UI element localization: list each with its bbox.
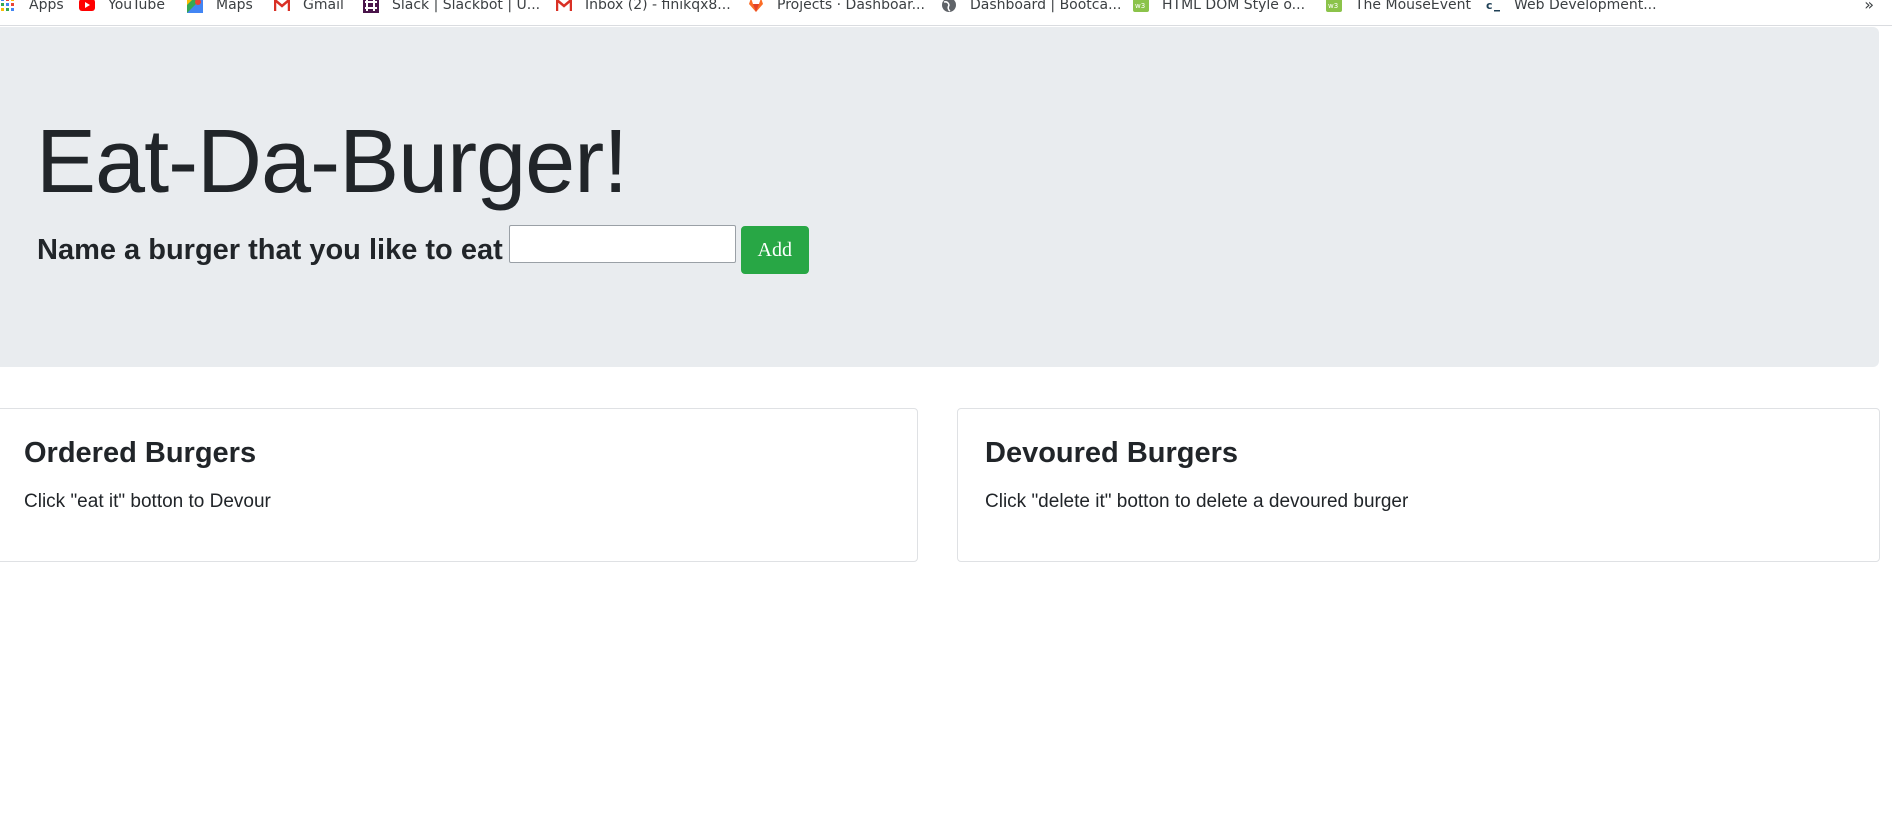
youtube-icon bbox=[79, 0, 95, 11]
gmail-icon bbox=[556, 0, 572, 11]
bookmark-label: Maps bbox=[216, 0, 253, 13]
svg-text:c: c bbox=[1486, 0, 1493, 12]
svg-text:w3: w3 bbox=[1135, 2, 1145, 10]
ordered-burgers-card: Ordered Burgers Click "eat it" botton to… bbox=[0, 408, 918, 562]
page-title: Eat-Da-Burger! bbox=[36, 112, 628, 212]
bookmark-label: Projects · Dashboar... bbox=[777, 0, 925, 13]
globe-icon bbox=[942, 0, 956, 12]
apps-grid-icon bbox=[1, 0, 14, 11]
bookmark-label: Apps bbox=[29, 0, 64, 13]
ordered-burgers-instructions: Click "eat it" botton to Devour bbox=[24, 491, 271, 512]
svg-text:w3: w3 bbox=[1328, 2, 1338, 10]
ordered-burgers-title: Ordered Burgers bbox=[24, 437, 257, 469]
burger-form: Name a burger that you like to eat Add bbox=[37, 225, 809, 274]
devoured-burgers-card: Devoured Burgers Click "delete it" botto… bbox=[957, 408, 1880, 562]
bookmark-label: Inbox (2) - finikqx8... bbox=[585, 0, 731, 13]
bookmark-youtube[interactable]: YouTube bbox=[79, 0, 165, 15]
bookmark-slack[interactable]: Slack | Slackbot | U... bbox=[363, 0, 540, 15]
burger-name-input[interactable] bbox=[508, 225, 736, 263]
bookmark-apps[interactable]: Apps bbox=[0, 0, 64, 15]
devoured-burgers-title: Devoured Burgers bbox=[985, 437, 1239, 469]
bookmark-mouseevent[interactable]: w3 The MouseEvent bbox=[1326, 0, 1471, 15]
jumbotron: Eat-Da-Burger! Name a burger that you li… bbox=[0, 27, 1879, 367]
bookmark-web-development[interactable]: c Web Development... bbox=[1485, 0, 1657, 15]
bookmark-html-dom-style[interactable]: w3 HTML DOM Style o... bbox=[1133, 0, 1305, 15]
w3schools-icon: w3 bbox=[1326, 0, 1342, 12]
bookmark-label: HTML DOM Style o... bbox=[1162, 0, 1306, 13]
bookmark-gmail[interactable]: Gmail bbox=[274, 0, 344, 15]
bookmark-label: The MouseEvent bbox=[1355, 0, 1472, 13]
slack-icon bbox=[363, 0, 379, 13]
codecademy-icon: c bbox=[1485, 0, 1501, 13]
bookmark-label: Gmail bbox=[303, 0, 344, 13]
bookmark-dashboard[interactable]: Dashboard | Bootca... bbox=[941, 0, 1121, 15]
add-button[interactable]: Add bbox=[740, 226, 809, 274]
bookmark-maps[interactable]: Maps bbox=[187, 0, 253, 15]
bookmarks-bar: Apps YouTube Maps Gmail Slack | Slackbot… bbox=[0, 0, 1892, 26]
bookmark-label: Dashboard | Bootca... bbox=[970, 0, 1122, 13]
bookmark-label: Slack | Slackbot | U... bbox=[392, 0, 541, 13]
gmail-icon bbox=[274, 0, 290, 11]
devoured-burgers-instructions: Click "delete it" botton to delete a dev… bbox=[985, 491, 1409, 512]
bookmark-inbox[interactable]: Inbox (2) - finikqx8... bbox=[556, 0, 731, 15]
gitlab-icon bbox=[749, 0, 763, 12]
w3schools-icon: w3 bbox=[1133, 0, 1149, 12]
bookmarks-overflow-button[interactable]: » bbox=[1864, 0, 1874, 14]
burger-input-label: Name a burger that you like to eat bbox=[37, 233, 503, 266]
bookmark-label: Web Development... bbox=[1514, 0, 1657, 13]
bookmark-label: YouTube bbox=[108, 0, 165, 13]
bookmark-projects[interactable]: Projects · Dashboar... bbox=[748, 0, 925, 15]
maps-icon bbox=[187, 0, 203, 13]
